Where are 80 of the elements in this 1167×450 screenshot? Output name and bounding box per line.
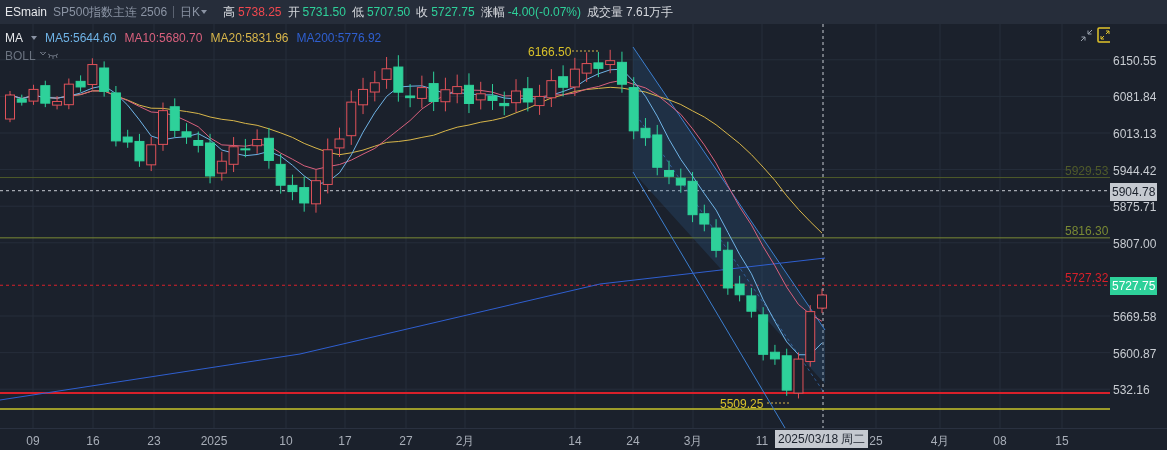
indicator-label[interactable]: MA bbox=[5, 29, 23, 47]
price-tick-label: 6150.55 bbox=[1113, 52, 1157, 70]
candlestick bbox=[711, 218, 722, 258]
candlestick bbox=[299, 176, 310, 213]
date-tick-label: 2025 bbox=[200, 433, 228, 450]
date-tick-label: 10 bbox=[279, 433, 293, 450]
candlestick bbox=[581, 51, 592, 83]
ma-value: MA200:5776.92 bbox=[296, 30, 382, 47]
candlestick bbox=[487, 83, 498, 111]
date-tick-label: 11 bbox=[755, 433, 769, 450]
candlestick bbox=[511, 78, 522, 113]
price-tick-label: 5944.42 bbox=[1113, 162, 1157, 180]
crosshair-price-tag: 5904.78 bbox=[1110, 182, 1158, 201]
price-tick-label: 532.16 bbox=[1113, 382, 1150, 400]
quote-label: 成交量 bbox=[587, 4, 624, 21]
crosshair-date-tag: 2025/03/18 周二 bbox=[775, 430, 869, 448]
ma-value: MA20:5831.96 bbox=[210, 30, 289, 47]
symbol-label: ESmain bbox=[5, 4, 48, 21]
quote-label: 开 bbox=[287, 4, 300, 21]
candlestick bbox=[522, 76, 533, 112]
date-tick-label: 25 bbox=[869, 433, 883, 450]
collapse-icon[interactable] bbox=[1080, 29, 1093, 42]
indicator-label[interactable]: BOLL bbox=[5, 47, 36, 65]
ma-value: MA5:5644.60 bbox=[45, 30, 117, 47]
date-tick-label: 17 bbox=[338, 433, 352, 450]
price-tick-label: 6081.84 bbox=[1113, 89, 1157, 107]
date-tick-label: 4月 bbox=[930, 433, 950, 450]
quote-label: 高 bbox=[223, 4, 236, 21]
candlestick bbox=[416, 75, 427, 109]
date-tick-label: 2月 bbox=[455, 433, 475, 450]
candlestick bbox=[569, 57, 580, 97]
price-tick-label: 6013.13 bbox=[1113, 126, 1157, 143]
leader-line bbox=[571, 50, 601, 52]
date-tick-label: 24 bbox=[626, 433, 640, 450]
candlestick bbox=[546, 68, 557, 108]
price-tick-label: 5875.71 bbox=[1113, 199, 1157, 217]
price-tick-label: 5600.87 bbox=[1113, 345, 1157, 363]
price-tick-label: 5807.00 bbox=[1113, 235, 1157, 253]
quote-value: 7.61万手 bbox=[626, 4, 674, 21]
candlestick bbox=[369, 70, 380, 102]
level-price-label: 5727.32 bbox=[1065, 270, 1109, 288]
quote-value: 5731.50 bbox=[302, 4, 346, 21]
date-tick-label: 14 bbox=[568, 433, 582, 450]
current-price-tag: 5727.75 bbox=[1110, 277, 1158, 295]
quote-label: 收 bbox=[416, 4, 429, 21]
candlestick bbox=[146, 136, 157, 172]
candlestick bbox=[499, 91, 510, 116]
price-tick-label: 5669.58 bbox=[1113, 309, 1157, 326]
candlestick bbox=[558, 64, 569, 97]
quote-value: -4.00(-0.07%) bbox=[507, 4, 582, 21]
date-tick-label: 16 bbox=[86, 433, 100, 450]
date-tick-label: 15 bbox=[1055, 433, 1069, 450]
level-price-label: 5929.53 bbox=[1065, 162, 1109, 180]
quote-value: 5707.50 bbox=[366, 4, 411, 21]
date-tick-label: 08 bbox=[993, 433, 1007, 450]
caret-icon[interactable] bbox=[31, 36, 37, 40]
quote-value: 5727.75 bbox=[431, 4, 475, 21]
candlestick bbox=[452, 74, 463, 104]
quote-value: 5738.25 bbox=[238, 4, 282, 21]
date-tick-label: 27 bbox=[399, 433, 413, 450]
date-tick-label: 3月 bbox=[683, 433, 703, 450]
candlestick bbox=[158, 102, 168, 152]
contract-name: SP500指数主连 2506 bbox=[53, 4, 168, 21]
date-tick-label: 09 bbox=[26, 433, 40, 450]
candlestick bbox=[440, 77, 451, 112]
caret-icon bbox=[201, 10, 208, 14]
level-price-label: 5816.30 bbox=[1065, 222, 1109, 240]
period-dropdown[interactable]: 日K bbox=[180, 3, 208, 21]
high-price-label: 6166.50 bbox=[528, 44, 572, 61]
leader-line bbox=[766, 402, 791, 404]
candlestick bbox=[310, 169, 321, 214]
quote-label: 低 bbox=[351, 4, 364, 21]
date-tick-label: 23 bbox=[147, 433, 161, 450]
candlestick bbox=[428, 71, 439, 112]
candlestick bbox=[534, 84, 545, 116]
ma-value: MA10:5680.70 bbox=[124, 30, 203, 47]
low-price-label: 5509.25 bbox=[720, 396, 764, 413]
candlestick bbox=[593, 51, 604, 78]
quote-label: 涨幅 bbox=[480, 4, 505, 21]
candlestick bbox=[793, 351, 804, 399]
